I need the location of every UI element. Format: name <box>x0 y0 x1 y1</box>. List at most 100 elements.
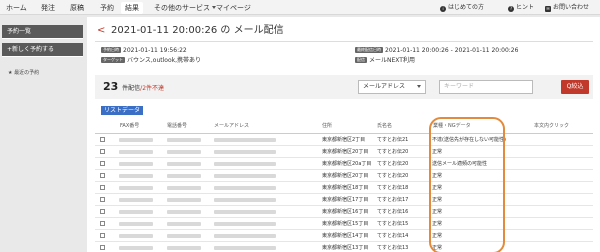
nav-reservation[interactable]: 予約 <box>100 2 114 14</box>
row-checkbox[interactable] <box>100 245 105 250</box>
nav-contact-label: お問い合わせ <box>553 4 590 11</box>
redacted-email <box>214 174 276 178</box>
question-icon: ? <box>508 6 514 12</box>
name-cell: てすとお伝16 <box>377 209 409 215</box>
meta-tag: 配信 <box>355 57 367 63</box>
redacted-phone <box>167 210 201 214</box>
address-cell: 東京都新宿区13丁目 <box>322 245 369 251</box>
nav-contact[interactable]: ✉ お問い合わせ <box>545 2 589 14</box>
mail-icon: ✉ <box>545 6 551 12</box>
row-checkbox[interactable] <box>100 197 105 202</box>
redacted-email <box>214 222 276 226</box>
column-header[interactable]: メールアドレス <box>214 123 249 129</box>
table-row[interactable]: 東京都新宿区16丁目 てすとお伝16 正常 <box>95 206 593 218</box>
table-row[interactable]: 東京都新宿区14丁目 てすとお伝14 正常 <box>95 230 593 242</box>
highlight-annotation <box>429 117 505 252</box>
redacted-phone <box>167 150 201 154</box>
table-row[interactable]: 東京都新宿区20丁目 てすとお伝20 正常 <box>95 146 593 158</box>
row-checkbox[interactable] <box>100 137 105 142</box>
table-row[interactable]: 東京都新宿区20a丁目 てすとお伝20 送信メール適頻の可能性 <box>95 158 593 170</box>
name-cell: てすとお伝14 <box>377 233 409 239</box>
meta-delivery: 配信 メールNEXT利用 <box>355 57 415 65</box>
row-checkbox[interactable] <box>100 173 105 178</box>
redacted-email <box>214 246 276 250</box>
address-cell: 東京都新宿区20a丁目 <box>322 161 372 167</box>
column-header[interactable]: 住所 <box>322 123 332 129</box>
address-cell: 東京都新宿区20丁目 <box>322 173 369 179</box>
table-row[interactable]: 東京都新宿区13丁目 てすとお伝13 正常 <box>95 242 593 252</box>
redacted-fax <box>119 138 153 142</box>
nav-other-services[interactable]: その他のサービス <box>154 2 216 14</box>
sidebar: 予約一覧 +新しく予約する ★ 最近の予約 <box>0 17 85 252</box>
row-checkbox[interactable] <box>100 221 105 226</box>
nav-order[interactable]: 発注 <box>41 2 55 14</box>
name-cell: てすとお伝17 <box>377 197 409 203</box>
name-cell: てすとお伝15 <box>377 221 409 227</box>
list-data-tag: リストデータ <box>101 106 144 115</box>
back-chevron-icon[interactable]: < <box>97 25 105 37</box>
nav-home[interactable]: ホーム <box>6 2 27 14</box>
nav-other-services-label: その他のサービス <box>154 4 210 12</box>
nav-hint[interactable]: ? ヒント <box>508 2 534 14</box>
meta-target: ターゲット バウンス,outlook,携帯あり <box>101 57 201 65</box>
column-header[interactable]: 電話番号 <box>167 123 187 129</box>
sidebar-reservation-list[interactable]: 予約一覧 <box>2 25 83 39</box>
redacted-phone <box>167 138 201 142</box>
table-row[interactable]: 東京都新宿区18丁目 てすとお伝18 正常 <box>95 182 593 194</box>
redacted-email <box>214 234 276 238</box>
meta-reserved-at: 予約日時 2021-01-11 19:56:22 <box>101 47 187 55</box>
redacted-phone <box>167 234 201 238</box>
name-cell: てすとお伝13 <box>377 245 409 251</box>
table-row[interactable]: 東京都新宿区15丁目 てすとお伝15 正常 <box>95 218 593 230</box>
redacted-email <box>214 198 276 202</box>
meta-value: 2021-01-11 20:00:26 - 2021-01-11 20:00:2… <box>385 47 519 54</box>
address-cell: 東京都新宿区2丁目 <box>322 137 366 143</box>
column-header[interactable]: 本文内クリック <box>534 123 569 129</box>
meta-value: メールNEXT利用 <box>369 57 415 64</box>
table-row[interactable]: 東京都新宿区17丁目 てすとお伝17 正常 <box>95 194 593 206</box>
redacted-fax <box>119 210 153 214</box>
field-select-value: メールアドレス <box>363 83 406 90</box>
field-select[interactable]: メールアドレス <box>358 80 426 94</box>
keyword-input[interactable]: キーワード <box>439 80 533 94</box>
main-panel: < 2021-01-11 20:00:26 の メール配信 予約日時 2021-0… <box>87 17 600 252</box>
redacted-email <box>214 150 276 154</box>
redacted-fax <box>119 234 153 238</box>
table-row[interactable]: 東京都新宿区20丁目 てすとお伝20 正常 <box>95 170 593 182</box>
row-checkbox[interactable] <box>100 233 105 238</box>
nav-results[interactable]: 結果 <box>121 2 143 14</box>
sidebar-recent-reservations[interactable]: ★ 最近の予約 <box>2 67 83 79</box>
meta-tag: 予約日時 <box>101 47 121 53</box>
row-checkbox[interactable] <box>100 209 105 214</box>
row-checkbox[interactable] <box>100 149 105 154</box>
nav-hint-label: ヒント <box>516 4 535 11</box>
redacted-phone <box>167 222 201 226</box>
page-title: 2021-01-11 20:00:26 の メール配信 <box>111 25 284 36</box>
redacted-email <box>214 186 276 190</box>
address-cell: 東京都新宿区17丁目 <box>322 197 369 203</box>
sidebar-new-reservation[interactable]: +新しく予約する <box>2 43 83 57</box>
name-cell: てすとお伝20 <box>377 149 409 155</box>
meta-tag: 最終配信日時 <box>355 47 383 53</box>
meta-value: 2021-01-11 19:56:22 <box>123 47 187 54</box>
column-header[interactable]: FAX番号 <box>120 123 139 129</box>
name-cell: てすとお伝18 <box>377 185 409 191</box>
nav-beginners[interactable]: i はじめての方 <box>440 2 484 14</box>
redacted-fax <box>119 222 153 226</box>
nav-mypage[interactable]: マイページ <box>216 2 251 14</box>
redacted-fax <box>119 246 153 250</box>
row-checkbox[interactable] <box>100 185 105 190</box>
table-row[interactable]: 東京都新宿区2丁目 てすとお伝21 不達(送信先が存在しない可能性) <box>95 134 593 146</box>
redacted-fax <box>119 150 153 154</box>
nav-beginners-label: はじめての方 <box>448 4 485 11</box>
delivery-count: 23 件配信/2件不達 <box>103 80 164 96</box>
redacted-phone <box>167 198 201 202</box>
column-header[interactable]: 氏名名 <box>377 123 392 129</box>
address-cell: 東京都新宿区20丁目 <box>322 149 369 155</box>
filter-button[interactable]: Q絞込 <box>561 80 589 94</box>
meta-tag: ターゲット <box>101 57 125 63</box>
nav-manuscript[interactable]: 原稿 <box>70 2 84 14</box>
meta-delivered-at: 最終配信日時 2021-01-11 20:00:26 - 2021-01-11 2… <box>355 47 518 55</box>
row-checkbox[interactable] <box>100 161 105 166</box>
redacted-phone <box>167 174 201 178</box>
